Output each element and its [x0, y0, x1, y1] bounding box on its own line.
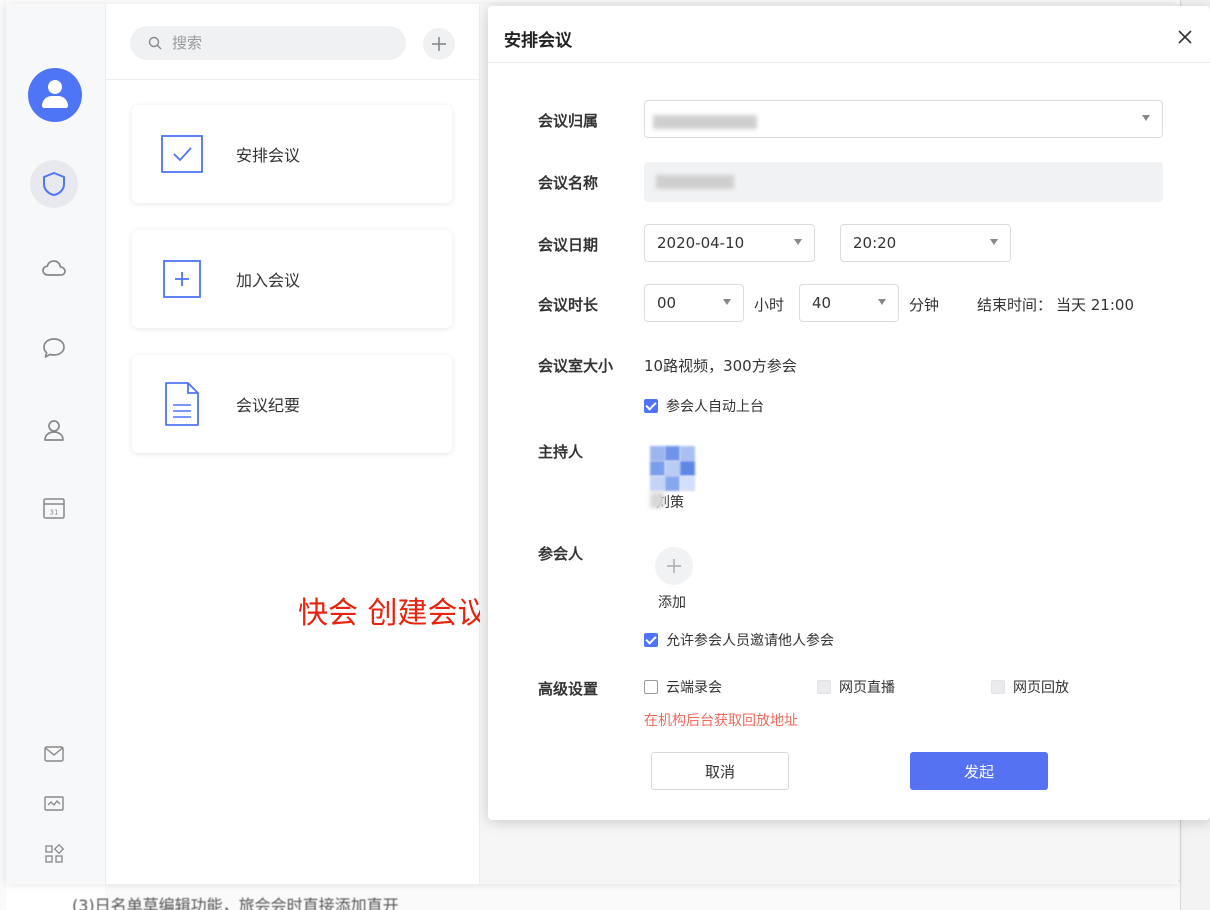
participants-label: 参会人	[538, 545, 584, 563]
apps-grid-icon	[45, 843, 65, 863]
join-meeting-label: 加入会议	[236, 271, 301, 290]
web-live-label: 网页直播	[839, 680, 895, 696]
web-live-checkbox[interactable]	[817, 680, 831, 694]
owner-select[interactable]	[644, 100, 1163, 138]
svg-text:31: 31	[50, 509, 59, 517]
room-size-value: 10路视频，300方参会	[644, 357, 797, 375]
avatar-body-shape	[42, 96, 68, 108]
cancel-button[interactable]: 取消	[651, 752, 789, 790]
meeting-minutes-label: 会议纪要	[236, 396, 301, 415]
calendar-icon: 31	[43, 498, 65, 519]
minutes-select[interactable]: 40	[799, 284, 899, 322]
advanced-settings-label: 高级设置	[538, 680, 599, 698]
promo-caption: 快会 创建会议	[298, 596, 488, 631]
host-label: 主持人	[538, 443, 584, 461]
schedule-meeting-dialog: 安排会议 会议归属 会议名称 会议日期 2020-04-10 20:20 会议时…	[488, 6, 1210, 820]
schedule-meeting-label: 安排会议	[236, 146, 301, 165]
screenshot-canvas: (3)日名单草编辑功能，旅会会时直接添加直开 31 搜索 安排会议 加入会议 会…	[0, 0, 1210, 910]
nav-mail[interactable]	[42, 742, 66, 766]
hours-select[interactable]: 00	[644, 284, 744, 322]
auto-stage-checkbox[interactable]	[644, 399, 658, 413]
nav-apps[interactable]	[42, 842, 66, 866]
web-replay-label: 网页回放	[1013, 680, 1069, 696]
join-plus-box-icon	[160, 259, 204, 299]
close-button[interactable]	[1174, 26, 1196, 48]
allow-invite-label: 允许参会人员邀请他人参会	[666, 633, 834, 649]
plus-icon	[432, 37, 446, 51]
nav-monitor[interactable]	[42, 792, 66, 816]
cloud-icon	[42, 260, 66, 276]
chevron-down-icon	[990, 239, 998, 245]
nav-meeting[interactable]	[30, 160, 78, 208]
nav-contacts[interactable]	[30, 406, 78, 454]
minutes-unit: 分钟	[909, 296, 940, 314]
allow-invite-checkbox[interactable]	[644, 633, 658, 647]
plus-icon	[667, 559, 681, 573]
join-meeting-card[interactable]: 加入会议	[132, 230, 452, 328]
schedule-check-icon	[160, 134, 204, 174]
web-replay-checkbox[interactable]	[991, 680, 1005, 694]
meeting-action-panel: 安排会议 加入会议 会议纪要 快会 创建会议	[106, 4, 488, 884]
nav-cloud[interactable]	[30, 244, 78, 292]
schedule-meeting-card[interactable]: 安排会议	[132, 105, 452, 203]
chevron-down-icon	[794, 239, 802, 245]
meeting-name-label: 会议名称	[538, 174, 599, 192]
nav-chat[interactable]	[30, 324, 78, 372]
chat-bubble-icon	[43, 338, 65, 358]
date-value: 2020-04-10	[657, 234, 745, 252]
search-box[interactable]	[130, 26, 406, 60]
hours-value: 00	[657, 294, 677, 312]
chevron-down-icon	[878, 299, 886, 305]
user-avatar[interactable]	[28, 68, 82, 122]
hours-unit: 小时	[754, 296, 785, 314]
chevron-down-icon	[1142, 115, 1150, 121]
person-icon	[44, 420, 64, 441]
submit-button[interactable]: 发起	[910, 752, 1048, 790]
room-size-label: 会议室大小	[538, 357, 614, 375]
mail-icon	[44, 746, 64, 762]
add-participant-button[interactable]	[655, 547, 693, 585]
panel-header-divider	[106, 79, 480, 80]
minutes-value: 40	[812, 294, 832, 312]
cloud-record-checkbox[interactable]	[644, 680, 658, 694]
meeting-name-field[interactable]	[644, 162, 1163, 202]
dialog-header-divider	[488, 62, 1210, 63]
background-document-text: (3)日名单草编辑功能，旅会会时直接添加直开	[72, 896, 399, 910]
avatar-head-shape	[48, 80, 62, 94]
host-avatar[interactable]	[650, 446, 696, 492]
chevron-down-icon	[723, 299, 731, 305]
dialog-title: 安排会议	[504, 31, 572, 51]
owner-label: 会议归属	[538, 112, 599, 130]
meeting-minutes-card[interactable]: 会议纪要	[132, 355, 452, 453]
time-value: 20:20	[853, 234, 897, 252]
cloud-record-label: 云端录会	[666, 680, 722, 696]
create-new-button[interactable]	[423, 28, 455, 60]
document-icon	[160, 382, 204, 426]
auto-stage-label: 参会人自动上台	[666, 399, 764, 415]
search-input[interactable]	[172, 34, 372, 52]
host-name-redaction	[650, 492, 664, 508]
replay-hint: 在机构后台获取回放地址	[644, 713, 798, 729]
nav-calendar[interactable]: 31	[30, 484, 78, 532]
date-select[interactable]: 2020-04-10	[644, 224, 815, 262]
time-select[interactable]: 20:20	[840, 224, 1011, 262]
add-participant-label: 添加	[658, 595, 686, 611]
meeting-name-redacted-value	[656, 175, 734, 189]
search-icon	[148, 36, 162, 50]
end-time-label: 结束时间：	[977, 296, 1053, 314]
owner-redacted-value	[653, 115, 757, 129]
monitor-chart-icon	[44, 796, 64, 811]
left-nav-rail: 31	[6, 4, 106, 884]
close-icon	[1178, 30, 1192, 44]
end-time-value: 当天 21:00	[1056, 296, 1134, 314]
shield-icon	[43, 172, 65, 196]
duration-label: 会议时长	[538, 296, 599, 314]
meeting-date-label: 会议日期	[538, 236, 599, 254]
